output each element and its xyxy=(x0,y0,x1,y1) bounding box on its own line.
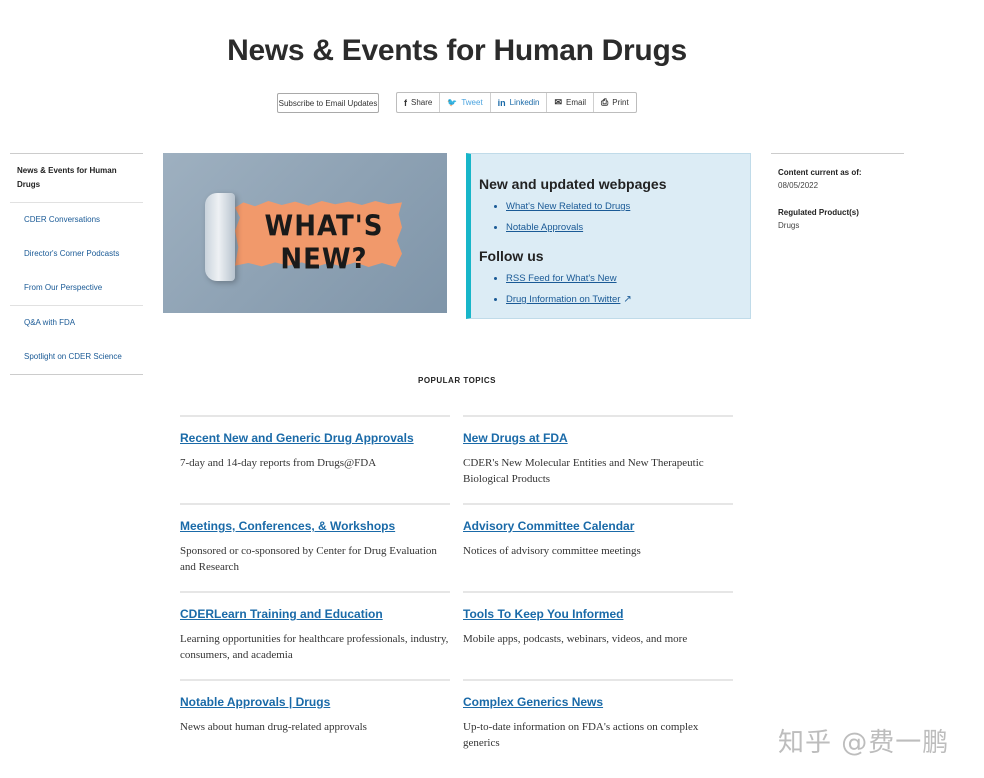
topic-card: Recent New and Generic Drug Approvals 7-… xyxy=(180,415,450,471)
topic-link[interactable]: New Drugs at FDA xyxy=(463,431,733,445)
share-toolbar: f Share 🐦 Tweet in Linkedin ✉ Email ⎙ Pr… xyxy=(396,92,637,113)
envelope-icon: ✉ xyxy=(554,97,563,107)
topic-link[interactable]: CDERLearn Training and Education xyxy=(180,607,450,621)
topic-card: Meetings, Conferences, & Workshops Spons… xyxy=(180,503,450,575)
topic-link[interactable]: Complex Generics News xyxy=(463,695,733,709)
list-item: Drug Information on Twitter↗ xyxy=(506,293,740,306)
sidebar-item-spotlight[interactable]: Spotlight on CDER Science xyxy=(10,340,143,375)
paper-roll-shape xyxy=(205,193,235,281)
email-label: Email xyxy=(566,98,587,107)
topic-link[interactable]: Recent New and Generic Drug Approvals xyxy=(180,431,450,445)
content-current-date: 08/05/2022 xyxy=(778,181,819,190)
page-title: News & Events for Human Drugs xyxy=(227,34,687,67)
share-label: Share xyxy=(411,98,433,107)
sidebar-header[interactable]: News & Events for Human Drugs xyxy=(10,154,143,203)
topic-link[interactable]: Tools To Keep You Informed xyxy=(463,607,733,621)
notable-approvals-link[interactable]: Notable Approvals xyxy=(506,222,583,233)
twitter-icon: 🐦 xyxy=(447,98,458,107)
list-item: What's New Related to Drugs xyxy=(506,200,740,213)
topic-card: CDERLearn Training and Education Learnin… xyxy=(180,591,450,663)
list-item: RSS Feed for What's New xyxy=(506,272,740,285)
topic-card: Notable Approvals | Drugs News about hum… xyxy=(180,679,450,735)
print-label: Print xyxy=(612,98,629,107)
subscribe-email-button[interactable]: Subscribe to Email Updates xyxy=(277,93,379,113)
infobox-heading-updates: New and updated webpages xyxy=(479,176,667,192)
twitter-link[interactable]: Drug Information on Twitter xyxy=(506,294,620,305)
watermark: 知乎 @费一鹏 xyxy=(778,728,950,758)
sidebar-item-cder-conversations[interactable]: CDER Conversations xyxy=(10,203,143,237)
sidebar-item-qa-with-fda[interactable]: Q&A with FDA xyxy=(10,306,143,340)
topic-card: New Drugs at FDA CDER's New Molecular En… xyxy=(463,415,733,487)
topic-description: CDER's New Molecular Entities and New Th… xyxy=(463,457,704,485)
topic-card: Advisory Committee Calendar Notices of a… xyxy=(463,503,733,559)
sidebar-item-directors-corner[interactable]: Director's Corner Podcasts xyxy=(10,237,143,271)
printer-icon: ⎙ xyxy=(601,97,609,107)
sidebar-nav: News & Events for Human Drugs CDER Conve… xyxy=(10,153,143,375)
topic-description: Up-to-date information on FDA's actions … xyxy=(463,721,699,749)
linkedin-icon: in xyxy=(497,97,506,108)
page-meta: Content current as of: 08/05/2022 Regula… xyxy=(771,153,904,248)
topic-description: Notices of advisory committee meetings xyxy=(463,545,641,557)
print-button[interactable]: ⎙ Print xyxy=(594,93,636,112)
whats-new-image: WHAT'S NEW? xyxy=(163,153,447,313)
topic-description: 7-day and 14-day reports from Drugs@FDA xyxy=(180,457,377,469)
infobox-links-follow: RSS Feed for What's New Drug Information… xyxy=(479,272,740,306)
external-link-icon: ↗ xyxy=(623,294,632,305)
whats-new-link[interactable]: What's New Related to Drugs xyxy=(506,201,630,212)
facebook-icon: f xyxy=(404,97,407,108)
linkedin-button[interactable]: in Linkedin xyxy=(491,93,548,112)
topic-description: Sponsored or co-sponsored by Center for … xyxy=(180,545,437,573)
share-facebook-button[interactable]: f Share xyxy=(397,93,441,112)
infobox-links-updates: What's New Related to Drugs Notable Appr… xyxy=(479,200,740,234)
topic-link[interactable]: Notable Approvals | Drugs xyxy=(180,695,450,709)
topic-link[interactable]: Advisory Committee Calendar xyxy=(463,519,733,533)
updates-infobox: New and updated webpages What's New Rela… xyxy=(466,153,751,319)
popular-topics-heading: POPULAR TOPICS xyxy=(418,376,496,385)
infobox-heading-follow: Follow us xyxy=(479,248,544,264)
regulated-product-label: Regulated Product(s) xyxy=(778,208,859,217)
whats-new-image-text: WHAT'S NEW? xyxy=(264,210,384,276)
topic-card: Tools To Keep You Informed Mobile apps, … xyxy=(463,591,733,647)
topic-link[interactable]: Meetings, Conferences, & Workshops xyxy=(180,519,450,533)
topic-description: News about human drug-related approvals xyxy=(180,721,367,733)
sidebar-item-from-our-perspective[interactable]: From Our Perspective xyxy=(10,271,143,306)
topic-card: Complex Generics News Up-to-date informa… xyxy=(463,679,733,751)
topic-description: Mobile apps, podcasts, webinars, videos,… xyxy=(463,633,688,645)
content-current-label: Content current as of: xyxy=(778,168,862,177)
linkedin-label: Linkedin xyxy=(509,98,540,107)
tweet-button[interactable]: 🐦 Tweet xyxy=(440,93,491,112)
list-item: Notable Approvals xyxy=(506,221,740,234)
email-button[interactable]: ✉ Email xyxy=(547,93,595,112)
tweet-label: Tweet xyxy=(461,98,483,107)
rss-feed-link[interactable]: RSS Feed for What's New xyxy=(506,273,617,284)
topic-description: Learning opportunities for healthcare pr… xyxy=(180,633,449,661)
regulated-product-value: Drugs xyxy=(778,221,800,230)
